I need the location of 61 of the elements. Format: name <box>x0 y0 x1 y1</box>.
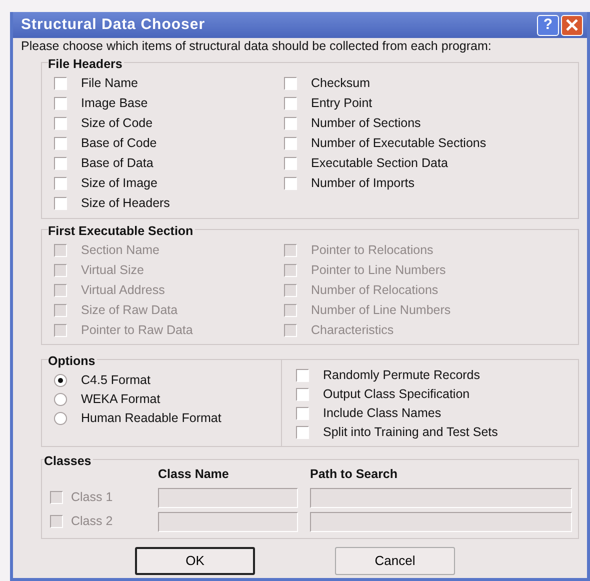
checkbox[interactable] <box>284 177 297 190</box>
checkbox[interactable] <box>54 157 67 170</box>
checkbox-label: Pointer to Line Numbers <box>311 262 446 279</box>
checkbox[interactable] <box>54 97 67 110</box>
checkbox-label: Virtual Address <box>81 282 165 299</box>
checkbox-label: Number of Relocations <box>311 282 438 299</box>
checkbox[interactable] <box>54 177 67 190</box>
instruction-text: Please choose which items of structural data should be collected from each program: <box>20 38 492 54</box>
close-button[interactable] <box>561 14 583 36</box>
checkbox-label: Include Class Names <box>323 405 442 422</box>
checkbox-label: Checksum <box>311 75 370 92</box>
checkbox-label: Split into Training and Test Sets <box>323 424 498 442</box>
checkbox[interactable] <box>296 388 309 402</box>
checkbox[interactable] <box>296 369 309 382</box>
checkbox-label: File Name <box>81 75 138 92</box>
checkbox-label: Characteristics <box>311 322 394 339</box>
checkbox-label: Output Class Specification <box>323 386 470 404</box>
checkbox-label: Number of Sections <box>311 115 421 132</box>
checkbox[interactable] <box>284 137 297 150</box>
checkbox-label: Size of Headers <box>81 195 170 212</box>
checkbox[interactable] <box>54 117 67 130</box>
column-header: Path to Search <box>310 466 399 483</box>
checkbox-label: Base of Data <box>81 155 154 172</box>
checkbox-label: Pointer to Relocations <box>311 242 434 259</box>
checkbox-label: Section Name <box>81 242 160 259</box>
radio-label: Human Readable Format <box>81 410 222 428</box>
window-title: Structural Data Chooser <box>21 14 206 35</box>
checkbox-label: Pointer to Raw Data <box>81 322 193 339</box>
checkbox-label: Size of Code <box>81 115 153 132</box>
dialog-button[interactable]: OK <box>135 546 255 575</box>
checkbox-label: Size of Raw Data <box>81 302 178 319</box>
checkbox[interactable] <box>284 97 297 110</box>
checkbox[interactable] <box>54 197 67 210</box>
radio-button[interactable] <box>54 374 67 387</box>
close-icon <box>566 19 578 31</box>
checkbox-label: Number of Executable Sections <box>311 135 486 152</box>
checkbox[interactable] <box>284 77 297 90</box>
checkbox-label: Class 2 <box>71 513 113 530</box>
checkbox[interactable] <box>54 137 67 150</box>
checkbox[interactable] <box>54 77 67 90</box>
checkbox-label: Number of Imports <box>311 175 415 192</box>
checkbox-label: Image Base <box>81 95 148 112</box>
checkbox[interactable] <box>296 407 309 420</box>
checkbox[interactable] <box>284 157 297 170</box>
dialog-button[interactable]: Cancel <box>335 546 455 575</box>
checkbox-label: Entry Point <box>311 95 372 112</box>
radio-button[interactable] <box>54 412 67 425</box>
checkbox[interactable] <box>296 426 309 440</box>
checkbox-label: Virtual Size <box>81 262 144 279</box>
help-button[interactable]: ? <box>537 14 559 36</box>
checkbox-label: Randomly Permute Records <box>323 367 480 384</box>
radio-label: C4.5 Format <box>81 372 150 390</box>
checkbox-label: Size of Image <box>81 175 158 192</box>
checkbox-label: Base of Code <box>81 135 157 152</box>
column-header: Class Name <box>158 466 230 483</box>
checkbox[interactable] <box>284 117 297 130</box>
radio-label: WEKA Format <box>81 391 160 408</box>
radio-button[interactable] <box>54 393 67 406</box>
checkbox-label: Executable Section Data <box>311 155 448 172</box>
checkbox-label: Number of Line Numbers <box>311 302 451 319</box>
checkbox-label: Class 1 <box>71 489 113 506</box>
